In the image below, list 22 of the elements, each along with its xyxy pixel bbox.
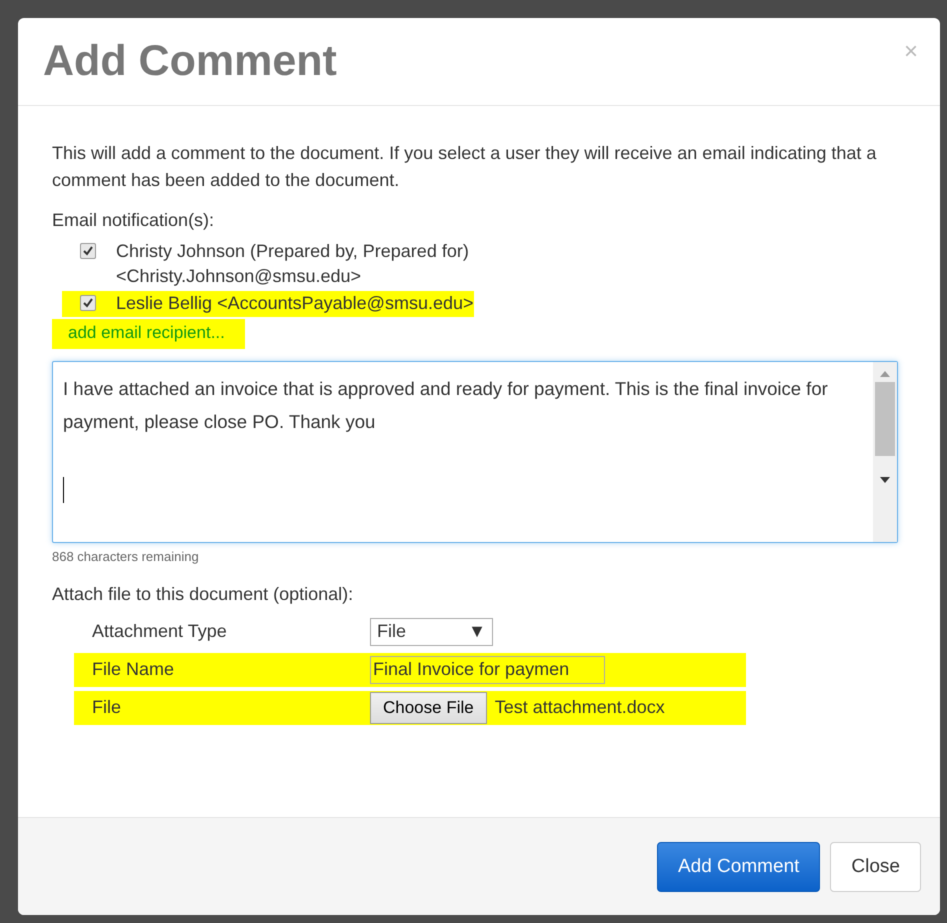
field-label: File (91, 697, 122, 718)
checkbox[interactable] (80, 243, 96, 259)
field-label: Attachment Type (91, 621, 228, 642)
email-label: Email notification(s): (52, 210, 216, 231)
recipient-label: Christy Johnson (Prepared by, Prepared for) <Christy.Johnson@smsu.edu> (116, 240, 470, 288)
choose-file-button[interactable]: Choose File (370, 692, 487, 724)
dialog-title: Add Comment (43, 37, 337, 86)
intro-text: This will add a comment to the document. If you select a user they will receive an email indicating that a comment has been added to the document. (52, 142, 878, 192)
add-recipient-link[interactable]: add email recipient... (52, 318, 245, 349)
close-button[interactable]: Close (830, 842, 921, 892)
checkbox[interactable] (80, 295, 96, 312)
comment-field[interactable]: I have attached an invoice that is approved and ready for payment. This is the final invoice for payment, please close PO. Thank you (52, 360, 898, 543)
character-counter: 868 characters remaining (52, 548, 200, 564)
recipient-label: Leslie Bellig <AccountsPayable@smsu.edu> (116, 292, 474, 316)
type-select[interactable]: File ▼ (370, 618, 493, 646)
add-comment-button[interactable]: Add Comment (656, 842, 820, 892)
scroll-down-icon[interactable] (880, 476, 890, 484)
file-name: Test attachment.docx (494, 697, 665, 718)
file-name-field[interactable]: Final Invoice for paymen (370, 656, 605, 684)
field-label: File Name (91, 659, 176, 680)
scrollbar[interactable] (873, 362, 897, 542)
attach-label: Attach file to this document (optional): (52, 584, 354, 605)
